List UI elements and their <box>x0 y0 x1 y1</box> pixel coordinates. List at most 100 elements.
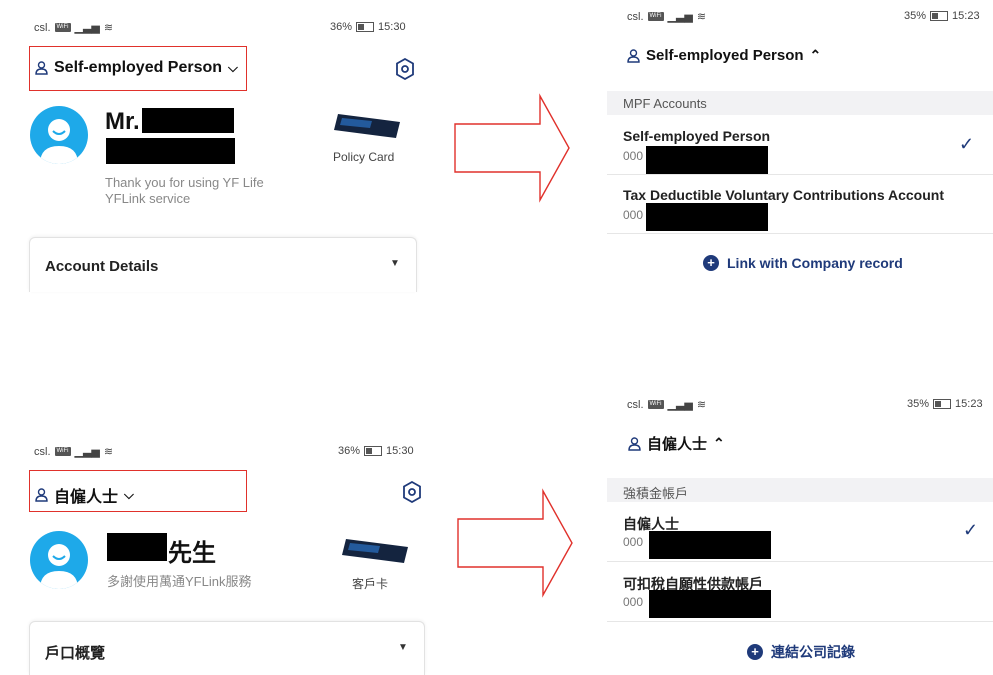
chevron-down-icon: ⌵ <box>228 60 238 75</box>
signal-icon: ▁▃▅ <box>74 446 100 458</box>
right-arrow-icon <box>457 488 573 598</box>
avatar <box>30 106 88 164</box>
wifi-icon: ≋ <box>696 399 707 411</box>
carrier-label: csl. <box>627 10 644 23</box>
wifi-icon: ≋ <box>103 22 114 34</box>
carrier-label: csl. <box>34 445 51 458</box>
clock: 15:30 <box>378 21 406 33</box>
thanks-message: 多謝使用萬通YFLink服務 <box>107 574 252 589</box>
signal-icon: ▁▃▅ <box>667 399 693 411</box>
redacted-account-number <box>646 146 768 174</box>
avatar-face-icon <box>40 544 78 589</box>
thanks-message: Thank you for using YF Life YFLink servi… <box>105 175 264 206</box>
carrier-label: csl. <box>34 21 51 34</box>
row-divider <box>607 233 993 234</box>
account-type-label: Self-employed Person <box>54 59 223 76</box>
caret-down-icon[interactable]: ▼ <box>398 642 408 653</box>
status-bar-right: 35% 15:23 <box>907 398 983 410</box>
wifi-calling-icon: WiFi <box>54 23 71 32</box>
account-type-label: Self-employed Person <box>646 47 804 64</box>
account-name: Self-employed Person <box>623 128 771 144</box>
account-details-title: Account Details <box>45 258 159 275</box>
signal-icon: ▁▃▅ <box>667 11 693 23</box>
account-number: 000 <box>623 208 644 222</box>
caret-down-icon[interactable]: ▼ <box>390 258 400 269</box>
chevron-up-icon: ⌃ <box>809 47 822 63</box>
battery-icon <box>930 11 949 21</box>
link-company-record-label: 連結公司記錄 <box>771 644 855 660</box>
account-switcher[interactable]: Self-employed Person ⌃ <box>627 47 821 64</box>
account-switcher[interactable]: 自僱人士 ⌃ <box>628 433 725 454</box>
battery-percent: 35% <box>907 398 930 410</box>
greeting-suffix: 先生 <box>168 540 216 567</box>
checkmark-icon: ✓ <box>963 520 979 540</box>
status-bar-right: 36% 15:30 <box>330 21 406 33</box>
checkmark-icon: ✓ <box>959 134 975 154</box>
account-switcher[interactable]: 自僱人士 ⌵ <box>35 483 134 507</box>
account-number: 000 <box>623 535 644 549</box>
settings-icon[interactable] <box>395 58 415 80</box>
avatar-face-icon <box>40 119 78 164</box>
battery-percent: 36% <box>330 21 353 33</box>
policy-card-label[interactable]: Policy Card <box>333 150 394 164</box>
account-row[interactable]: 可扣稅自願性供款帳戶 000 <box>607 562 993 620</box>
redacted-account-number <box>649 531 771 559</box>
row-divider <box>607 621 993 622</box>
clock: 15:23 <box>952 10 980 22</box>
account-number: 000 <box>623 595 644 609</box>
section-header: MPF Accounts <box>607 91 993 115</box>
chevron-up-icon: ⌃ <box>713 435 725 451</box>
status-bar-left: csl. WiFi ▁▃▅ ≋ <box>34 21 114 35</box>
plus-circle-icon: + <box>747 644 763 660</box>
wifi-calling-icon: WiFi <box>54 447 71 456</box>
account-details-title: 戶口概覽 <box>45 645 106 662</box>
account-row[interactable]: Self-employed Person 000 ✓ <box>607 116 993 174</box>
person-icon <box>35 61 48 75</box>
plus-circle-icon: + <box>703 255 719 271</box>
wifi-calling-icon: WiFi <box>647 400 664 409</box>
policy-card-image[interactable] <box>332 110 402 140</box>
person-icon <box>628 436 641 451</box>
redacted-account-number <box>649 590 771 618</box>
wifi-calling-icon: WiFi <box>647 12 664 21</box>
greeting-name: Mr. <box>105 108 140 135</box>
clock: 15:30 <box>386 445 414 457</box>
account-row[interactable]: Tax Deductible Voluntary Contributions A… <box>607 175 993 233</box>
policy-card-image[interactable] <box>340 535 410 565</box>
battery-percent: 36% <box>338 445 361 457</box>
account-number: 000 <box>623 149 644 163</box>
account-switcher[interactable]: Self-employed Person ⌵ <box>35 59 238 77</box>
battery-icon <box>356 22 375 32</box>
signal-icon: ▁▃▅ <box>74 22 100 34</box>
account-details-panel[interactable]: 戶口概覽 ▼ <box>29 621 425 675</box>
status-bar-right: 36% 15:30 <box>338 445 414 457</box>
person-icon <box>35 488 48 502</box>
account-details-panel[interactable]: Account Details ▼ <box>29 237 417 292</box>
avatar <box>30 531 88 589</box>
battery-icon <box>933 399 952 409</box>
link-company-record-label: Link with Company record <box>727 255 903 271</box>
status-bar-left: csl. WiFi ▁▃▅ ≋ <box>627 398 707 412</box>
settings-icon[interactable] <box>402 481 422 503</box>
redacted-name <box>142 108 234 133</box>
redacted-name-line-2 <box>106 138 235 164</box>
link-company-record-button[interactable]: + 連結公司記錄 <box>747 642 855 662</box>
section-header-label: 強積金帳戶 <box>623 486 689 501</box>
carrier-label: csl. <box>627 398 644 411</box>
account-row[interactable]: 自僱人士 000 ✓ <box>607 503 993 561</box>
account-name: Tax Deductible Voluntary Contributions A… <box>623 187 944 203</box>
battery-percent: 35% <box>904 10 927 22</box>
person-icon <box>627 48 640 63</box>
section-header: 強積金帳戶 <box>607 478 993 502</box>
account-type-label: 自僱人士 <box>54 489 119 506</box>
link-company-record-button[interactable]: + Link with Company record <box>703 255 903 271</box>
right-arrow-icon <box>454 93 570 203</box>
status-bar-right: 35% 15:23 <box>904 10 980 22</box>
redacted-name <box>107 533 167 561</box>
policy-card-label[interactable]: 客戶卡 <box>352 575 388 592</box>
section-header-label: MPF Accounts <box>623 96 707 111</box>
redacted-account-number <box>646 203 768 231</box>
status-bar-left: csl. WiFi ▁▃▅ ≋ <box>627 10 706 24</box>
clock: 15:23 <box>955 398 983 410</box>
account-type-label: 自僱人士 <box>647 436 708 453</box>
